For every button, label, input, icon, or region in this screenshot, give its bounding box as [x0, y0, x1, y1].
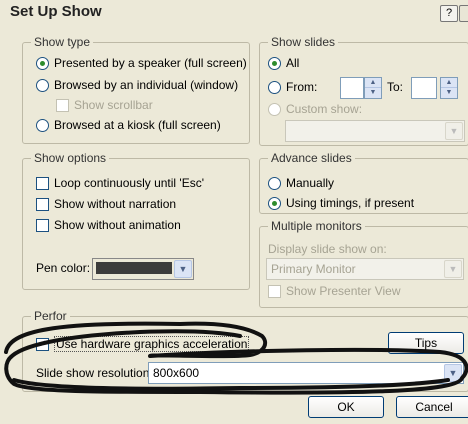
browsed-kiosk-option[interactable]: Browsed at a kiosk (full screen) — [36, 118, 221, 132]
hardware-acceleration-option[interactable]: ✓ Use hardware graphics acceleration — [36, 336, 250, 352]
hardware-acceleration-checkbox[interactable]: ✓ — [36, 337, 49, 351]
loop-label: Loop continuously until 'Esc' — [54, 176, 205, 190]
custom-show-select: ▼ — [285, 120, 465, 142]
presented-by-speaker-option[interactable]: Presented by a speaker (full screen) — [36, 56, 247, 70]
chevron-down-icon[interactable]: ▼ — [174, 260, 192, 278]
using-timings-radio[interactable] — [268, 196, 281, 210]
loop-option[interactable]: Loop continuously until 'Esc' — [36, 176, 204, 190]
chevron-down-icon: ▼ — [444, 260, 462, 278]
using-timings-option[interactable]: Using timings, if present — [268, 196, 414, 210]
all-slides-option[interactable]: All — [268, 56, 299, 70]
monitor-select: Primary Monitor ▼ — [266, 258, 464, 280]
resolution-select[interactable]: 800x600 ▼ — [148, 362, 464, 384]
browsed-individual-option[interactable]: Browsed by an individual (window) — [36, 78, 238, 92]
pen-color-swatch — [96, 262, 172, 274]
loop-checkbox[interactable] — [36, 176, 49, 190]
show-scrollbar-label: Show scrollbar — [74, 98, 153, 112]
from-field[interactable] — [340, 77, 364, 99]
browsed-individual-label: Browsed by an individual (window) — [54, 78, 239, 92]
to-spinner[interactable]: ▲ ▼ — [440, 77, 458, 99]
from-label: From: — [286, 80, 318, 94]
presenter-view-label: Show Presenter View — [286, 284, 401, 298]
hardware-acceleration-label: Use hardware graphics acceleration — [54, 336, 250, 352]
without-narration-label: Show without narration — [54, 197, 177, 211]
dialog-title: Set Up Show — [10, 3, 102, 20]
using-timings-label: Using timings, if present — [286, 196, 415, 210]
show-scrollbar-option: Show scrollbar — [56, 98, 153, 112]
ok-button[interactable]: OK — [308, 396, 384, 418]
show-options-legend: Show options — [31, 151, 110, 165]
custom-show-option: Custom show: — [268, 102, 362, 116]
browsed-kiosk-label: Browsed at a kiosk (full screen) — [54, 118, 221, 132]
spin-up-icon[interactable]: ▲ — [365, 78, 381, 88]
title-bar: Set Up Show ? — [0, 0, 468, 26]
tips-button[interactable]: Tips — [388, 332, 464, 354]
pen-color-label: Pen color: — [36, 261, 91, 275]
manually-option[interactable]: Manually — [268, 176, 334, 190]
show-type-legend: Show type — [31, 35, 94, 49]
display-on-label: Display slide show on: — [268, 242, 387, 256]
without-narration-checkbox[interactable] — [36, 197, 49, 211]
resolution-select-value: 800x600 — [153, 366, 200, 380]
cancel-button[interactable]: Cancel — [396, 396, 468, 418]
show-slides-legend: Show slides — [268, 35, 339, 49]
close-button[interactable] — [459, 5, 468, 22]
chevron-down-icon[interactable]: ▼ — [444, 364, 462, 382]
chevron-down-icon: ▼ — [445, 122, 463, 140]
spin-up-icon[interactable]: ▲ — [441, 78, 457, 88]
pen-color-picker[interactable]: ▼ — [92, 258, 194, 280]
without-narration-option[interactable]: Show without narration — [36, 197, 176, 211]
browsed-kiosk-radio[interactable] — [36, 118, 49, 132]
presenter-view-option: Show Presenter View — [268, 284, 401, 298]
without-animation-checkbox[interactable] — [36, 218, 49, 232]
from-option[interactable]: From: — [268, 80, 317, 94]
to-field[interactable] — [411, 77, 437, 99]
spin-down-icon[interactable]: ▼ — [441, 88, 457, 97]
without-animation-label: Show without animation — [54, 218, 181, 232]
all-radio[interactable] — [268, 56, 281, 70]
advance-slides-legend: Advance slides — [268, 151, 355, 165]
set-up-show-dialog: Set Up Show ? Show type Presented by a s… — [0, 0, 468, 424]
monitor-select-value: Primary Monitor — [271, 262, 356, 276]
multiple-monitors-legend: Multiple monitors — [268, 219, 365, 233]
all-label: All — [286, 56, 300, 70]
resolution-label: Slide show resolution: — [36, 366, 153, 380]
custom-show-radio — [268, 102, 281, 116]
to-label: To: — [387, 80, 404, 94]
from-spinner[interactable]: ▲ ▼ — [364, 77, 382, 99]
presented-radio[interactable] — [36, 56, 49, 70]
browsed-individual-radio[interactable] — [36, 78, 49, 92]
without-animation-option[interactable]: Show without animation — [36, 218, 181, 232]
manually-radio[interactable] — [268, 176, 281, 190]
presented-label: Presented by a speaker (full screen) — [54, 56, 247, 70]
manually-label: Manually — [286, 176, 335, 190]
custom-show-label: Custom show: — [286, 102, 363, 116]
performance-legend: Perfor — [31, 309, 70, 323]
from-radio[interactable] — [268, 80, 281, 94]
show-scrollbar-checkbox — [56, 98, 69, 112]
help-button[interactable]: ? — [440, 5, 458, 22]
spin-down-icon[interactable]: ▼ — [365, 88, 381, 97]
presenter-view-checkbox — [268, 284, 281, 298]
